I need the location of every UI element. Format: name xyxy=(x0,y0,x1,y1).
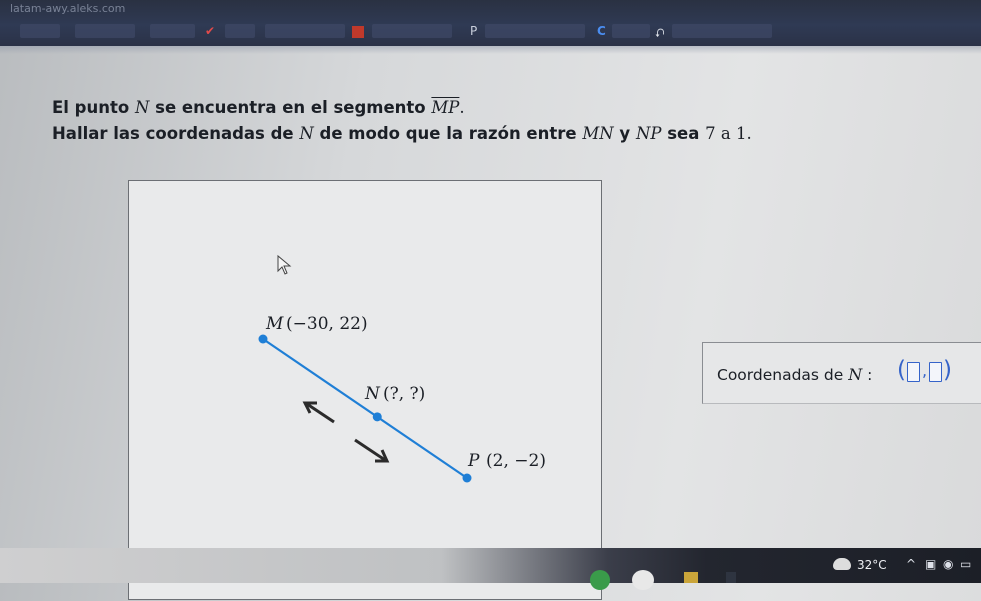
point-n[interactable] xyxy=(372,412,382,422)
url-remainder-blur xyxy=(143,2,149,15)
point-m-coords: (−30, 22) xyxy=(286,314,368,334)
arrow-down-right-icon xyxy=(354,438,390,463)
open-paren: ( xyxy=(897,357,906,383)
bookmark-icon[interactable] xyxy=(352,26,364,38)
answer-colon: : xyxy=(862,366,873,384)
bookmark-item[interactable] xyxy=(372,24,452,38)
browser-top-bar: latam-awy.aleks.com ✔ P C ⮏ xyxy=(0,0,981,46)
bookmark-p-icon[interactable]: P xyxy=(470,24,477,38)
segment-np-symbol: NP xyxy=(635,124,662,143)
point-n-symbol: N xyxy=(299,124,314,143)
translate-icon[interactable]: ⮏ xyxy=(655,24,665,45)
point-m-name: M xyxy=(265,314,284,334)
mouse-cursor-icon xyxy=(277,254,292,275)
point-p-name: P xyxy=(467,451,480,471)
bookmark-item[interactable] xyxy=(150,24,195,38)
bookmark-item[interactable] xyxy=(225,24,255,38)
app-icon[interactable] xyxy=(632,570,654,590)
network-icon[interactable]: ◉ xyxy=(943,557,953,571)
point-p[interactable] xyxy=(462,473,472,483)
point-n-coords: (?, ?) xyxy=(383,384,425,404)
segment-svg: M (−30, 22) N (?, ?) P (2, −2) xyxy=(258,254,546,483)
segment-mp-symbol: MP xyxy=(431,98,460,117)
chevron-up-icon[interactable]: ^ xyxy=(906,557,916,571)
question-line-1: El punto N se encuentra en el segmento M… xyxy=(52,98,465,117)
url-text[interactable]: latam-awy.aleks.com xyxy=(10,2,125,15)
point-m[interactable] xyxy=(258,334,268,344)
question-line-2: Hallar las coordenadas de N de modo que … xyxy=(52,124,752,143)
question-text: Hallar las coordenadas de xyxy=(52,124,300,143)
point-n-name: N xyxy=(364,384,381,404)
answer-panel: Coordenadas de N : ( , ) xyxy=(702,342,981,404)
folder-icon[interactable] xyxy=(684,572,698,583)
page-shadow xyxy=(0,46,981,54)
windows-taskbar: 32°C ^ ▣ ◉ ▭ xyxy=(0,548,981,590)
y-coordinate-input[interactable] xyxy=(929,362,942,382)
question-text: sea xyxy=(661,124,706,143)
x-coordinate-input[interactable] xyxy=(907,362,920,382)
question-text: se encuentra en el segmento xyxy=(149,98,432,117)
question-text: . xyxy=(459,98,465,117)
bookmark-item[interactable] xyxy=(265,24,345,38)
question-text: El punto xyxy=(52,98,135,117)
app-icon[interactable] xyxy=(726,572,736,583)
point-p-coords: (2, −2) xyxy=(486,451,546,471)
question-text: de modo que la razón entre xyxy=(313,124,583,143)
answer-label-text: Coordenadas de xyxy=(717,366,849,384)
checkmark-icon[interactable]: ✔ xyxy=(205,24,215,38)
bookmark-item[interactable] xyxy=(20,24,60,38)
bookmark-c-icon[interactable]: C xyxy=(597,24,606,38)
app-icon[interactable] xyxy=(590,570,610,590)
answer-label: Coordenadas de N : xyxy=(717,365,872,384)
ratio-value: 7 a 1 xyxy=(705,124,747,143)
bookmark-item[interactable] xyxy=(485,24,585,38)
point-n-symbol: N xyxy=(134,98,150,117)
close-paren: ) xyxy=(943,357,952,383)
segment-mn-symbol: MN xyxy=(582,124,614,143)
segment-line xyxy=(262,338,468,479)
battery-icon[interactable]: ▭ xyxy=(960,557,971,571)
weather-icon[interactable] xyxy=(833,558,851,570)
answer-point-symbol: N xyxy=(848,365,863,384)
coordinate-input-group: ( , ) xyxy=(897,357,957,385)
coordinate-comma: , xyxy=(922,361,928,380)
address-bar[interactable]: latam-awy.aleks.com xyxy=(10,2,770,18)
question-text: y xyxy=(613,124,636,143)
arrow-up-left-icon xyxy=(302,401,335,424)
bookmark-item[interactable] xyxy=(672,24,772,38)
bookmarks-bar: ✔ P C ⮏ xyxy=(0,24,981,42)
bookmark-item[interactable] xyxy=(612,24,650,38)
bookmark-item[interactable] xyxy=(75,24,135,38)
temperature[interactable]: 32°C xyxy=(857,558,887,572)
keyboard-icon[interactable]: ▣ xyxy=(925,557,936,571)
question-text: . xyxy=(746,124,752,143)
segment-diagram: M (−30, 22) N (?, ?) P (2, −2) xyxy=(128,180,602,600)
